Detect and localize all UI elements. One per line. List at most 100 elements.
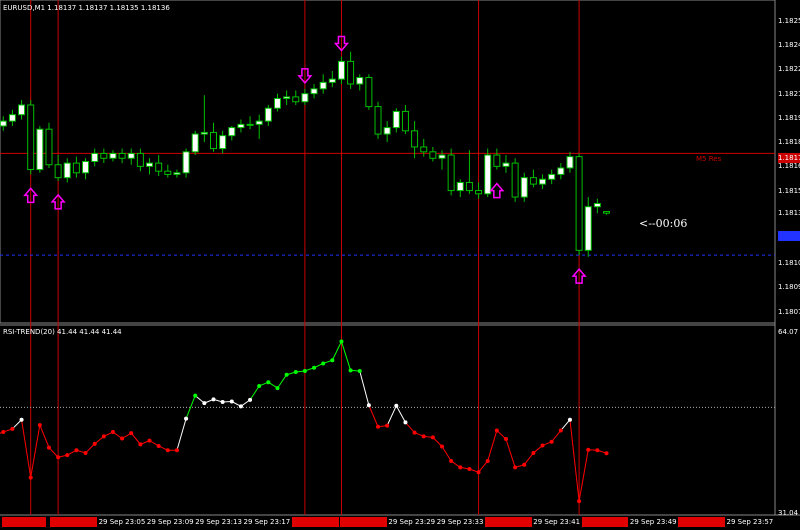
- rsi-point: [503, 437, 508, 442]
- rsi-point: [558, 428, 563, 433]
- rsi-point: [19, 417, 24, 422]
- candle-body: [191, 133, 199, 153]
- rsi-point: [37, 423, 42, 428]
- candle-body: [255, 120, 263, 125]
- candle-body: [264, 107, 272, 122]
- time-tick-label: 29 Sep 23:25: [340, 517, 387, 527]
- rsi-point: [330, 358, 335, 363]
- rsi-point: [577, 499, 582, 504]
- rsi-point: [476, 470, 481, 475]
- candle-body: [593, 202, 601, 208]
- price-chart[interactable]: [0, 0, 800, 530]
- rsi-point: [275, 386, 280, 391]
- rsi-point: [165, 448, 170, 453]
- rsi-segment: [340, 341, 352, 371]
- candle-body: [337, 60, 345, 80]
- rsi-segment: [277, 374, 288, 389]
- candle-body: [465, 181, 473, 192]
- rsi-segment: [331, 341, 342, 361]
- rsi-point: [248, 397, 253, 402]
- rsi-point: [595, 448, 600, 453]
- time-tick-label: 29 Sep 23:21: [291, 517, 339, 527]
- time-tick-label: 29 Sep 23:53: [678, 517, 725, 527]
- candle-body: [246, 123, 254, 126]
- time-tick-label: 29 Sep 23:13: [195, 518, 242, 526]
- rsi-point: [184, 416, 189, 421]
- price-tick-label: 1.18240: [778, 41, 800, 50]
- rsi-segment: [249, 385, 260, 401]
- candle-body: [529, 177, 537, 185]
- candle-body: [557, 167, 565, 175]
- rsi-segment: [478, 460, 489, 473]
- candle-body: [401, 110, 409, 132]
- rsi-segment: [505, 438, 516, 468]
- candle-body: [109, 152, 117, 159]
- rsi-point: [293, 370, 298, 375]
- indicator-axis-min: 31.04: [778, 509, 799, 517]
- rsi-point: [65, 453, 70, 458]
- main-pane-frame: [0, 0, 776, 324]
- rsi-point: [485, 458, 490, 463]
- rsi-point: [138, 442, 143, 447]
- rsi-point: [284, 372, 289, 377]
- indicator-title: RSI-TREND(20) 41.44 41.44 41.44: [3, 328, 122, 336]
- rsi-point: [266, 380, 271, 385]
- candle-body: [566, 156, 574, 169]
- price-tick-label: 1.18225: [778, 65, 800, 74]
- candle-body: [45, 128, 53, 166]
- rsi-segment: [487, 430, 498, 462]
- rsi-point: [229, 399, 234, 404]
- rsi-point: [147, 438, 152, 443]
- time-tick-label: 29 Sep 23:05: [98, 518, 146, 526]
- rsi-point: [357, 368, 362, 373]
- rsi-point: [421, 434, 426, 439]
- price-tick-label: 1.18180: [778, 138, 800, 147]
- candle-body: [136, 152, 144, 167]
- rsi-point: [10, 426, 15, 431]
- rsi-point: [403, 420, 408, 425]
- candle-body: [548, 173, 556, 180]
- rsi-point: [586, 447, 591, 452]
- rsi-segment: [551, 430, 562, 443]
- rsi-point: [567, 417, 572, 422]
- candle-body: [319, 81, 327, 90]
- candle-body: [539, 178, 547, 185]
- rsi-point: [92, 441, 97, 446]
- candle-body: [155, 162, 163, 172]
- rsi-point: [348, 368, 353, 373]
- candle-body: [219, 135, 227, 150]
- candle-body: [164, 170, 172, 175]
- price-tick-label: 1.18090: [778, 283, 800, 292]
- time-tick-label: 29 Sep 23:49: [629, 518, 677, 526]
- candle-body: [493, 154, 501, 167]
- rsi-segment: [39, 424, 50, 448]
- candle-body: [383, 127, 391, 135]
- candle-body: [0, 120, 7, 127]
- candle-body: [118, 152, 126, 159]
- price-tick-label: 1.18075: [778, 307, 800, 316]
- candle-body: [392, 110, 400, 129]
- symbol-header: EURUSD,M1 1.18137 1.18137 1.18135 1.1813…: [3, 4, 170, 12]
- candle-body: [237, 123, 245, 129]
- rsi-point: [202, 401, 207, 406]
- rsi-point: [494, 428, 499, 433]
- candle-body: [484, 154, 492, 195]
- candle-body: [310, 88, 318, 95]
- candle-body: [456, 181, 464, 192]
- rsi-point: [220, 400, 225, 405]
- rsi-point: [74, 448, 79, 453]
- rsi-point: [101, 434, 106, 439]
- rsi-point: [430, 435, 435, 440]
- price-tick-label: 1.18195: [778, 113, 800, 122]
- candle-body: [502, 162, 510, 167]
- countdown-label: <--00:06: [639, 217, 688, 230]
- time-tick-label: 29 Sep 23:33: [436, 518, 484, 526]
- rsi-point: [174, 448, 179, 453]
- rsi-point: [385, 423, 390, 428]
- candle-body: [82, 161, 90, 174]
- candle-body: [63, 162, 71, 179]
- candle-body: [520, 177, 528, 198]
- candle-body: [18, 104, 26, 116]
- rsi-point: [1, 430, 6, 435]
- price-tick-label: 1.18105: [778, 259, 800, 268]
